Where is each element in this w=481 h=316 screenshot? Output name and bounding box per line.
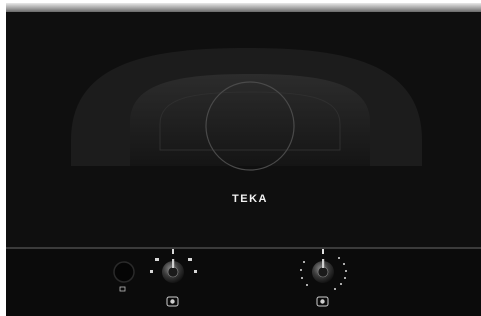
brand-logo: TEKA (232, 193, 268, 205)
microwave-oven: TEKA (0, 0, 481, 316)
function-knob[interactable] (162, 259, 184, 283)
oven-artwork (71, 48, 422, 307)
timer-knob[interactable] (312, 259, 334, 283)
function-knob-indicator-icon (166, 296, 179, 307)
power-button-icon (119, 286, 126, 292)
timer-knob-indicator-icon (316, 296, 329, 307)
power-button[interactable] (113, 261, 135, 283)
door-window (130, 74, 370, 166)
